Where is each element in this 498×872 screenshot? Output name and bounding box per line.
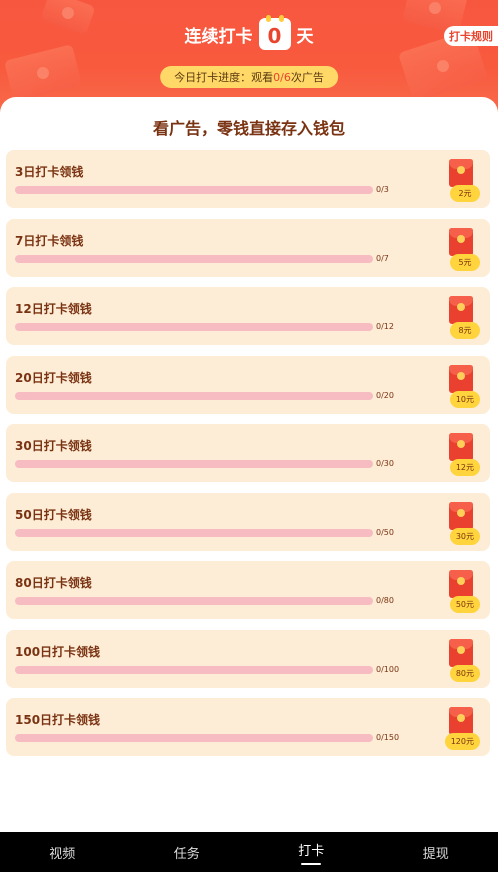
reward-amount-badge: 5元 xyxy=(450,253,480,271)
reward-amount-badge: 120元 xyxy=(444,733,480,750)
calendar-icon: 0 xyxy=(258,15,291,50)
reward-amount-badge: 30元 xyxy=(449,527,480,545)
streak-title-prefix: 连续打卡 xyxy=(184,26,253,47)
red-packet-icon xyxy=(449,159,473,187)
reward-label: 80日打卡领钱 xyxy=(15,576,92,590)
reward-row[interactable]: 80日打卡领钱 0/80 50元 xyxy=(6,561,490,619)
reward-progress-count: 0/20 xyxy=(376,390,394,400)
reward-progress-count: 0/30 xyxy=(376,459,394,468)
reward-row[interactable]: 3日打卡领钱 0/3 2元 xyxy=(6,150,490,208)
tab-item[interactable]: 提现 xyxy=(374,832,498,872)
tab-label: 提现 xyxy=(422,846,449,862)
reward-label: 3日打卡领钱 xyxy=(15,165,84,179)
reward-list: 3日打卡领钱 0/3 2元 7日打卡领钱 0/7 5元 12日打卡领钱 0/12 8元 20日打卡… xyxy=(6,150,490,767)
red-packet-icon xyxy=(449,707,473,735)
reward-progress-count: 0/100 xyxy=(376,664,400,674)
checkin-rules-button[interactable]: 打卡规则 xyxy=(444,26,498,46)
reward-progress-count: 0/80 xyxy=(376,596,394,605)
reward-progress-bar xyxy=(15,665,373,674)
page-heading: 看广告，零钱直接存入钱包 xyxy=(152,119,345,138)
tab-item[interactable]: 打卡 xyxy=(249,832,374,872)
tab-label: 打卡 xyxy=(298,843,325,859)
reward-progress-bar xyxy=(15,597,373,605)
daily-progress-pill: 今日打卡进度：观看 0/6 次广告 xyxy=(160,66,338,88)
reward-row[interactable]: 150日打卡领钱 0/150 120元 xyxy=(6,698,490,756)
reward-row[interactable]: 100日打卡领钱 0/100 80元 xyxy=(6,629,490,688)
tab-item[interactable]: 视频 xyxy=(0,832,125,872)
streak-title: 连续打卡 0 天 xyxy=(0,15,498,50)
reward-amount-badge: 80元 xyxy=(449,664,480,682)
reward-label: 50日打卡领钱 xyxy=(15,507,92,522)
reward-progress-count: 0/3 xyxy=(376,185,389,194)
reward-progress-bar xyxy=(15,254,373,263)
tab-item[interactable]: 任务 xyxy=(125,832,250,872)
reward-amount-badge: 50元 xyxy=(449,596,480,613)
reward-progress-bar xyxy=(15,528,373,537)
reward-amount-badge: 2元 xyxy=(450,185,480,202)
tab-label: 视频 xyxy=(49,846,76,862)
reward-label: 100日打卡领钱 xyxy=(15,644,101,659)
reward-progress-count: 0/150 xyxy=(376,733,400,742)
reward-label: 12日打卡领钱 xyxy=(15,302,92,316)
streak-title-suffix: 天 xyxy=(296,26,314,47)
reward-amount-badge: 12元 xyxy=(449,459,480,476)
red-packet-icon xyxy=(449,227,473,256)
bottom-tab-bar: 视频 任务 打卡 提现 xyxy=(0,832,498,872)
reward-progress-count: 0/12 xyxy=(376,322,394,331)
tab-label: 任务 xyxy=(173,846,200,862)
reward-row[interactable]: 12日打卡领钱 0/12 8元 xyxy=(6,287,490,345)
red-packet-icon xyxy=(449,638,473,667)
red-packet-icon xyxy=(449,433,473,461)
reward-label: 150日打卡领钱 xyxy=(15,713,101,727)
reward-amount-badge: 10元 xyxy=(449,390,480,408)
reward-label: 20日打卡领钱 xyxy=(15,370,92,385)
progress-text-prefix: 今日打卡进度：观看 xyxy=(174,71,274,84)
reward-progress-bar xyxy=(15,323,373,331)
reward-label: 7日打卡领钱 xyxy=(15,233,84,248)
active-tab-indicator xyxy=(301,862,322,865)
reward-row[interactable]: 30日打卡领钱 0/30 12元 xyxy=(6,424,490,482)
reward-row[interactable]: 7日打卡领钱 0/7 5元 xyxy=(6,218,490,277)
red-packet-icon xyxy=(449,364,473,393)
progress-text-suffix: 次广告 xyxy=(290,71,324,84)
red-packet-icon xyxy=(449,570,473,598)
red-packet-icon xyxy=(449,501,473,530)
red-packet-icon xyxy=(449,296,473,324)
reward-progress-bar xyxy=(15,734,373,742)
reward-amount-badge: 8元 xyxy=(450,322,480,339)
reward-progress-bar xyxy=(15,391,373,400)
reward-row[interactable]: 20日打卡领钱 0/20 10元 xyxy=(6,355,490,414)
red-envelope-decoration xyxy=(3,44,83,102)
header-banner: 连续打卡 0 天 打卡规则 今日打卡进度：观看 0/6 次广告 xyxy=(0,0,498,112)
reward-row[interactable]: 50日打卡领钱 0/50 30元 xyxy=(6,492,490,551)
progress-value: 0/6 xyxy=(273,70,291,84)
reward-progress-count: 0/50 xyxy=(376,527,394,537)
streak-days-count: 0 xyxy=(267,24,282,48)
reward-label: 30日打卡领钱 xyxy=(15,439,92,453)
reward-progress-count: 0/7 xyxy=(376,253,389,263)
reward-progress-bar xyxy=(15,460,373,468)
reward-progress-bar xyxy=(15,186,373,194)
